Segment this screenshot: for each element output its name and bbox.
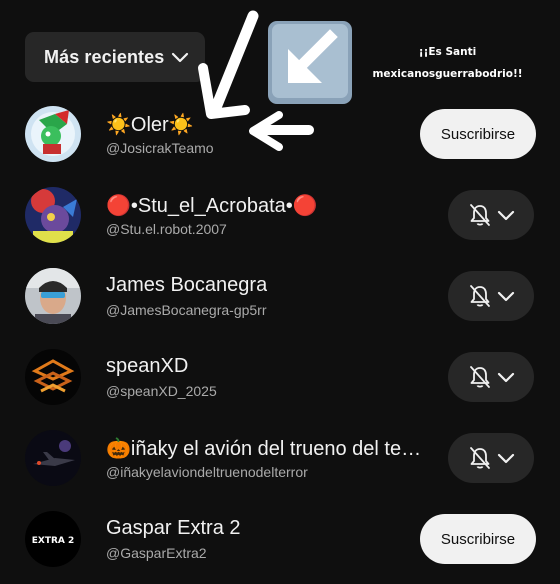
channel-list: ☀️Oler☀️ @JosicrakTeamo Suscribirse 🔴•St… xyxy=(0,98,560,584)
channel-row[interactable]: 🔴•Stu_el_Acrobata•🔴 @Stu.el.robot.2007 xyxy=(0,179,560,260)
channel-name[interactable]: 🔴•Stu_el_Acrobata•🔴 xyxy=(106,193,318,218)
subscribe-button[interactable]: Suscribirse xyxy=(420,514,536,564)
channel-handle: @Stu.el.robot.2007 xyxy=(106,221,227,237)
sort-dropdown[interactable]: Más recientes xyxy=(25,32,205,82)
channel-row[interactable]: speanXD @speanXD_2025 xyxy=(0,341,560,422)
channel-name[interactable]: ☀️Oler☀️ xyxy=(106,112,194,137)
overlay-line-1: ¡¡Es Santi xyxy=(418,46,477,58)
channel-handle: @JamesBocanegra-gp5rr xyxy=(106,302,267,318)
notification-settings-button[interactable] xyxy=(448,190,534,240)
chevron-down-icon xyxy=(497,372,515,383)
channel-row[interactable]: EXTRA 2 Gaspar Extra 2 @GasparExtra2 Sus… xyxy=(0,503,560,584)
bell-off-icon xyxy=(470,285,490,307)
overlay-line-2: mexicanosguerrabodrio!! xyxy=(372,68,523,80)
channel-row[interactable]: James Bocanegra @JamesBocanegra-gp5rr xyxy=(0,260,560,341)
avatar-logo-text: EXTRA 2 xyxy=(32,536,75,546)
channel-row[interactable]: 🎃iñaky el avión del trueno del terror @i… xyxy=(0,422,560,503)
channel-handle: @speanXD_2025 xyxy=(106,383,217,399)
chevron-down-icon xyxy=(171,52,189,63)
chevron-down-icon xyxy=(497,453,515,464)
notification-settings-button[interactable] xyxy=(448,271,534,321)
avatar[interactable]: EXTRA 2 xyxy=(25,511,81,567)
sort-label: Más recientes xyxy=(44,46,165,67)
bell-off-icon xyxy=(470,447,490,469)
channel-name[interactable]: James Bocanegra xyxy=(106,274,267,297)
channel-handle: @iñakyelaviondeltruenodelterror xyxy=(106,464,308,480)
avatar[interactable] xyxy=(25,187,81,243)
down-left-arrow-icon xyxy=(268,21,352,104)
avatar[interactable] xyxy=(25,430,81,486)
channel-handle: @JosicrakTeamo xyxy=(106,140,214,156)
bell-off-icon xyxy=(470,204,490,226)
overlay-caption: ¡¡Es Santi mexicanosguerrabodrio!! xyxy=(345,41,550,85)
avatar[interactable] xyxy=(25,268,81,324)
channel-name[interactable]: 🎃iñaky el avión del trueno del terror xyxy=(106,436,424,461)
avatar[interactable] xyxy=(25,106,81,162)
avatar[interactable] xyxy=(25,349,81,405)
bell-off-icon xyxy=(470,366,490,388)
subscribe-button[interactable]: Suscribirse xyxy=(420,109,536,159)
chevron-down-icon xyxy=(497,291,515,302)
channel-handle: @GasparExtra2 xyxy=(106,545,207,561)
channel-name[interactable]: speanXD xyxy=(106,355,188,378)
channel-row[interactable]: ☀️Oler☀️ @JosicrakTeamo Suscribirse xyxy=(0,98,560,179)
notification-settings-button[interactable] xyxy=(448,352,534,402)
chevron-down-icon xyxy=(497,210,515,221)
notification-settings-button[interactable] xyxy=(448,433,534,483)
channel-name[interactable]: Gaspar Extra 2 xyxy=(106,517,241,540)
